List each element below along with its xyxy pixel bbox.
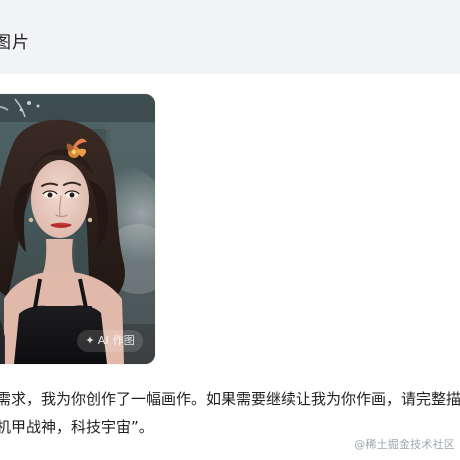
assistant-reply-text: 需求，我为你创作了一幅画作。如果需要继续让我为你作画，请完整描述 机甲战神，科技… bbox=[0, 385, 460, 441]
generated-image-card[interactable]: ✦ AI 作图 bbox=[0, 94, 155, 364]
reply-line-1: 需求，我为你创作了一幅画作。如果需要继续让我为你作画，请完整描述 bbox=[0, 390, 460, 408]
ai-generated-badge: ✦ AI 作图 bbox=[77, 330, 143, 352]
user-message-text: 图片 bbox=[0, 33, 30, 53]
user-message-bubble: 图片 bbox=[0, 0, 460, 74]
ai-sparkle-icon: ✦ bbox=[85, 334, 95, 347]
watermark-text: @稀土掘金技术社区 bbox=[354, 438, 455, 451]
generated-portrait-image bbox=[0, 94, 155, 364]
chat-window: 图片 ✦ AI 作图 需求，我为你创作了一幅画作。如果需要继续让我为你作画，请完… bbox=[0, 0, 460, 460]
